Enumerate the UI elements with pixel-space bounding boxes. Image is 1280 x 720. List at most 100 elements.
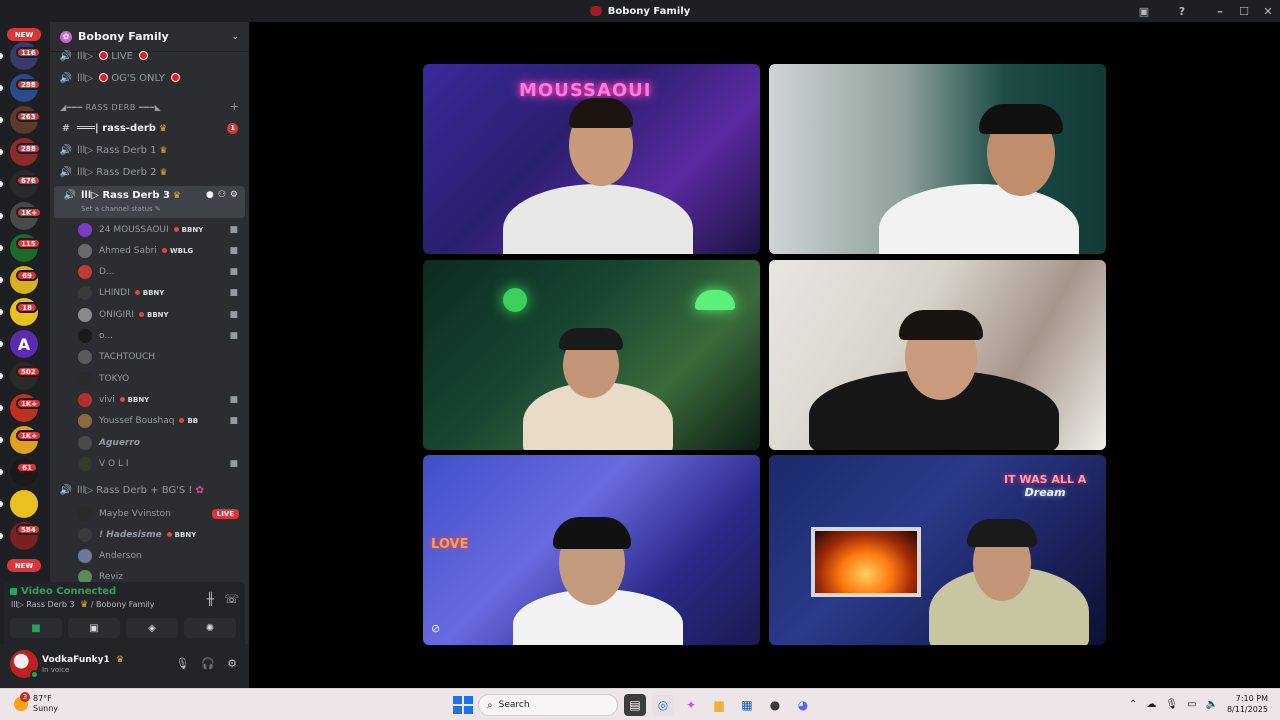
video-tile-2[interactable] xyxy=(769,64,1106,254)
voice-user[interactable]: Maybe Vvinston LIVE xyxy=(50,503,249,524)
voice-user[interactable]: TACHTOUCH xyxy=(50,347,249,368)
online-status-dot xyxy=(30,670,39,679)
taskbar: 3 87°F Sunny ⌕ Search ▤ ◎ ✦ ▆ ▦ ● ◕ ⌃ ☁ … xyxy=(0,688,1280,720)
channel-og-only[interactable]: 🔊 lll▷ OG'S ONLY xyxy=(50,68,249,88)
avatar xyxy=(78,414,92,429)
voice-status[interactable]: Video Connected xyxy=(10,586,116,597)
voice-user-name: TOKYO xyxy=(99,373,130,384)
weather-widget[interactable]: 3 87°F Sunny xyxy=(14,692,58,714)
avatar xyxy=(78,392,92,407)
clock[interactable]: 7:10 PM 8/11/2025 xyxy=(1227,693,1268,715)
chevron-down-icon[interactable]: ⌄ xyxy=(231,32,239,42)
start-button[interactable] xyxy=(452,695,473,715)
channel-live[interactable]: 🔊 lll▷ LIVE xyxy=(50,46,249,66)
microphone-tray-icon[interactable]: 🎙 xyxy=(1165,699,1178,710)
avatar xyxy=(78,329,92,343)
channel-rass-derb-bgs[interactable]: 🔊 lll▷ Rass Derb + BG'S ! ✿ xyxy=(50,480,249,500)
unread-pip xyxy=(0,277,3,283)
gear-icon[interactable]: ⚙ xyxy=(230,190,238,200)
server-mention-badge: 502 xyxy=(16,366,41,377)
voice-user[interactable]: Anderson xyxy=(50,546,249,567)
clan-tag: BBNY xyxy=(167,531,197,539)
unread-pip xyxy=(0,341,3,347)
task-view-icon[interactable]: ▤ xyxy=(624,694,646,716)
display-icon[interactable]: ▭ xyxy=(1187,699,1196,710)
video-tile-4[interactable] xyxy=(769,260,1106,450)
unread-pip xyxy=(0,117,3,123)
noise-suppression-icon[interactable]: ╫ xyxy=(207,592,214,606)
server-icon[interactable] xyxy=(10,490,38,518)
server-mention-badge: 1K+ xyxy=(16,398,43,409)
invite-icon[interactable]: ⚇ xyxy=(218,190,226,200)
disconnect-icon[interactable]: ☏ xyxy=(224,592,239,606)
red-circle-icon xyxy=(99,73,109,82)
video-tile-1[interactable]: MOUSSAOUI xyxy=(423,64,760,254)
new-badge-bottom: NEW xyxy=(7,559,41,572)
video-tile-5[interactable]: LOVE ⊘ xyxy=(423,455,760,645)
server-icon[interactable]: A xyxy=(10,330,38,358)
voice-user[interactable]: o... ■ xyxy=(50,326,249,347)
voice-channel-icon: 🔊 xyxy=(63,190,77,201)
add-channel-icon[interactable]: + xyxy=(230,100,239,113)
user-name[interactable]: VodkaFunky1 ♛ xyxy=(42,655,124,665)
inbox-icon[interactable]: ▣ xyxy=(1132,0,1156,22)
video-tile-6[interactable]: IT WAS ALL A Dream xyxy=(769,455,1106,645)
chat-icon[interactable]: ● xyxy=(206,190,214,200)
camera-on-icon: ■ xyxy=(229,309,238,320)
voice-user[interactable]: V O L I ■ xyxy=(50,453,249,474)
unread-pip xyxy=(0,85,3,91)
soundboard-button[interactable]: ✺ xyxy=(184,618,236,638)
close-button[interactable]: ✕ xyxy=(1256,0,1280,22)
server-mention-badge: 1K+ xyxy=(16,207,43,218)
avatar xyxy=(78,456,92,471)
voice-user[interactable]: 24 MOUSSAOUI BBNY ■ xyxy=(50,219,249,240)
channel-rass-derb-3[interactable]: 🔊 lll▷ Rass Derb 3 ♛ Set a channel status… xyxy=(54,186,245,218)
store-icon[interactable]: ▦ xyxy=(736,694,758,716)
channel-rass-derb-2[interactable]: 🔊 lll▷ Rass Derb 2 ♛ xyxy=(50,162,249,182)
voice-user[interactable]: LHINDI BBNY ■ xyxy=(50,283,249,304)
speaker-icon[interactable]: 🔈 xyxy=(1206,699,1218,710)
unread-pip xyxy=(0,533,3,539)
maximize-button[interactable]: ☐ xyxy=(1232,0,1256,22)
user-status: In voice xyxy=(42,666,70,674)
steam-icon[interactable]: ● xyxy=(764,694,786,716)
screen-share-button[interactable]: ▣ xyxy=(68,618,120,638)
voice-user[interactable]: TOKYO xyxy=(50,368,249,389)
server-mention-badge: 69 xyxy=(16,270,38,281)
channel-status-prompt[interactable]: Set a channel status ✎ xyxy=(81,205,161,213)
channel-rass-derb-1[interactable]: 🔊 lll▷ Rass Derb 1 ♛ xyxy=(50,140,249,160)
person-body xyxy=(879,184,1079,254)
discord-icon[interactable]: ◕ xyxy=(792,694,814,716)
voice-channel-info[interactable]: lll▷ Rass Derb 3 ♛ / Bobony Family xyxy=(11,600,154,610)
voice-user[interactable]: ! Hadesisme BBNY xyxy=(50,524,249,545)
camera-button[interactable]: ■ xyxy=(10,618,62,638)
user-settings-gear-icon[interactable]: ⚙ xyxy=(227,657,237,670)
video-tile-3[interactable] xyxy=(423,260,760,450)
voice-user[interactable]: ONIGIRI BBNY ■ xyxy=(50,304,249,325)
copilot-icon[interactable]: ✦ xyxy=(680,694,702,716)
channel-rass-derb[interactable]: # ═══| rass-derb ♛ 1 xyxy=(50,118,249,138)
headphones-icon[interactable]: 🎧 xyxy=(201,657,215,670)
voice-user[interactable]: vivi BBNY ■ xyxy=(50,389,249,410)
avatar xyxy=(78,549,92,564)
microphone-icon[interactable]: 🎙 xyxy=(175,657,189,670)
voice-user-name: D... xyxy=(99,267,115,278)
voice-user[interactable]: D... ■ xyxy=(50,262,249,283)
cloud-icon[interactable]: ☁ xyxy=(1146,699,1156,710)
minimize-button[interactable]: – xyxy=(1208,0,1232,22)
fireplace-tv xyxy=(811,527,921,597)
voice-user[interactable]: Youssef Boushaq BB ■ xyxy=(50,411,249,432)
activity-button[interactable]: ◈ xyxy=(126,618,178,638)
server-mention-badge: 676 xyxy=(16,175,41,186)
category-rass-derb[interactable]: ◢━━━ RASS DERB ━━━◣ xyxy=(60,103,161,112)
neon-sign: MOUSSAOUI xyxy=(519,80,652,101)
help-icon[interactable]: ? xyxy=(1170,0,1194,22)
voice-user[interactable]: Aguerro xyxy=(50,432,249,453)
voice-user-name: LHINDI xyxy=(99,288,130,299)
person-body xyxy=(503,184,693,254)
chrome-icon[interactable]: ◎ xyxy=(652,694,674,716)
file-explorer-icon[interactable]: ▆ xyxy=(708,694,730,716)
voice-user[interactable]: Ahmed Sabri WBLG ■ xyxy=(50,240,249,261)
taskbar-search[interactable]: ⌕ Search xyxy=(478,694,618,716)
chevron-up-icon[interactable]: ⌃ xyxy=(1129,699,1137,710)
